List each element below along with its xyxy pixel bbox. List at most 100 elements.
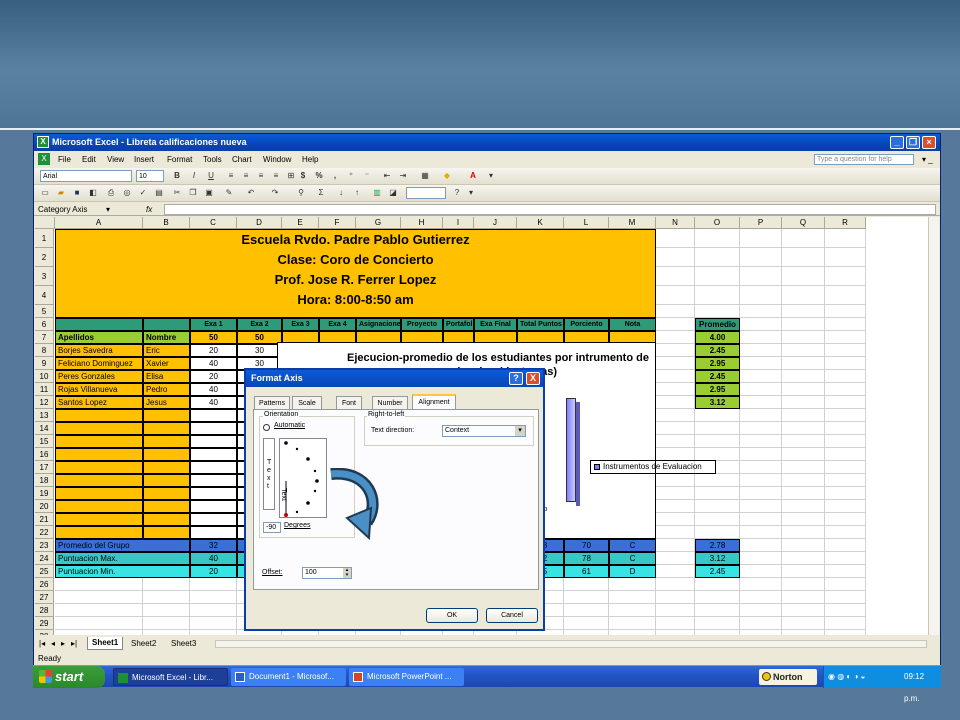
grid-cell[interactable] bbox=[656, 630, 695, 635]
grid-cell[interactable] bbox=[609, 617, 656, 630]
header-cell[interactable]: Exa Final bbox=[474, 318, 517, 331]
decrease-decimal-icon[interactable]: ⁻ bbox=[362, 171, 372, 181]
grid-cell[interactable] bbox=[740, 565, 782, 578]
grid-cell[interactable] bbox=[782, 448, 825, 461]
workbook-icon[interactable]: X bbox=[38, 153, 50, 165]
grid-cell[interactable] bbox=[782, 383, 825, 396]
data-cell[interactable] bbox=[190, 526, 237, 539]
grid-cell[interactable] bbox=[782, 474, 825, 487]
grid-cell[interactable] bbox=[740, 409, 782, 422]
student-name[interactable] bbox=[143, 422, 190, 435]
copy-icon[interactable]: ❐ bbox=[188, 188, 198, 198]
menu-format[interactable]: Format bbox=[167, 152, 192, 167]
save-icon[interactable]: ■ bbox=[72, 188, 82, 198]
grid-cell[interactable] bbox=[740, 461, 782, 474]
header-cell[interactable]: Nota bbox=[609, 318, 656, 331]
column-header[interactable]: H bbox=[401, 217, 443, 229]
currency-button[interactable]: $ bbox=[298, 171, 308, 181]
nombre-header[interactable]: Nombre bbox=[143, 331, 190, 344]
grid-cell[interactable] bbox=[825, 500, 866, 513]
norton-button[interactable]: Norton bbox=[759, 669, 817, 685]
justify-icon[interactable]: ≡ bbox=[271, 171, 281, 181]
menu-insert[interactable]: Insert bbox=[134, 152, 154, 167]
cancel-button[interactable]: Cancel bbox=[486, 608, 538, 623]
row-header[interactable]: 29 bbox=[35, 617, 54, 630]
grid-cell[interactable] bbox=[656, 526, 695, 539]
grid-cell[interactable] bbox=[656, 331, 695, 344]
grid-cell[interactable] bbox=[740, 370, 782, 383]
decrease-indent-icon[interactable]: ⇤ bbox=[382, 171, 392, 181]
cut-icon[interactable]: ✂ bbox=[172, 188, 182, 198]
grid-cell[interactable] bbox=[656, 383, 695, 396]
data-cell[interactable] bbox=[190, 435, 237, 448]
grid-cell[interactable] bbox=[740, 617, 782, 630]
grid-cell[interactable] bbox=[740, 267, 782, 286]
horizontal-scrollbar[interactable] bbox=[215, 640, 927, 648]
grid-cell[interactable] bbox=[782, 331, 825, 344]
data-cell[interactable]: 2.45 bbox=[695, 565, 740, 578]
data-cell[interactable]: 61 bbox=[564, 565, 609, 578]
data-cell[interactable]: 30 bbox=[237, 344, 282, 357]
grid-cell[interactable] bbox=[695, 229, 740, 248]
zoom-box[interactable] bbox=[406, 187, 446, 199]
row-header[interactable]: 10 bbox=[35, 370, 54, 383]
taskbar-word-button[interactable]: Document1 - Microsof... bbox=[231, 668, 346, 686]
grid-cell[interactable] bbox=[656, 474, 695, 487]
promedio-cell[interactable]: 2.45 bbox=[695, 344, 740, 357]
grid-cell[interactable] bbox=[825, 422, 866, 435]
chart-bar[interactable] bbox=[566, 398, 576, 502]
align-right-icon[interactable]: ≡ bbox=[256, 171, 266, 181]
student-surname[interactable]: Santos Lopez bbox=[55, 396, 143, 409]
grid-cell[interactable] bbox=[782, 248, 825, 267]
grid-cell[interactable] bbox=[55, 591, 143, 604]
data-cell[interactable]: 78 bbox=[564, 552, 609, 565]
row-header[interactable]: 9 bbox=[35, 357, 54, 370]
grid-cell[interactable] bbox=[782, 409, 825, 422]
chart-legend[interactable]: Instrumentos de Evaluacion bbox=[590, 460, 716, 474]
data-cell[interactable] bbox=[190, 461, 237, 474]
data-cell[interactable]: 20 bbox=[190, 344, 237, 357]
student-name[interactable] bbox=[143, 513, 190, 526]
student-surname[interactable]: Borjes Savedra bbox=[55, 344, 143, 357]
grid-cell[interactable] bbox=[656, 513, 695, 526]
column-header[interactable]: A bbox=[55, 217, 143, 229]
student-name[interactable] bbox=[143, 461, 190, 474]
grid-cell[interactable] bbox=[825, 578, 866, 591]
grid-cell[interactable] bbox=[740, 383, 782, 396]
grid-cell[interactable] bbox=[190, 578, 237, 591]
grid-cell[interactable] bbox=[609, 578, 656, 591]
student-surname[interactable] bbox=[55, 526, 143, 539]
grid-cell[interactable] bbox=[656, 318, 695, 331]
row-header[interactable]: 13 bbox=[35, 409, 54, 422]
grid-cell[interactable] bbox=[695, 435, 740, 448]
student-surname[interactable] bbox=[55, 422, 143, 435]
grid-cell[interactable] bbox=[656, 604, 695, 617]
start-button[interactable]: start bbox=[33, 666, 105, 688]
grid-cell[interactable] bbox=[825, 526, 866, 539]
student-name[interactable] bbox=[143, 474, 190, 487]
grid-cell[interactable] bbox=[695, 591, 740, 604]
data-cell[interactable]: C bbox=[609, 552, 656, 565]
column-header[interactable]: M bbox=[609, 217, 656, 229]
hyperlink-icon[interactable]: ⚲ bbox=[296, 188, 306, 198]
column-header[interactable]: K bbox=[517, 217, 564, 229]
column-header[interactable]: P bbox=[740, 217, 782, 229]
grid-cell[interactable] bbox=[190, 630, 237, 635]
menu-window[interactable]: Window bbox=[263, 152, 291, 167]
text-direction-select[interactable]: Context ▾ bbox=[442, 425, 526, 437]
promedio-cell[interactable]: 3.12 bbox=[695, 396, 740, 409]
grid-cell[interactable] bbox=[564, 630, 609, 635]
name-box[interactable]: Category Axis bbox=[38, 203, 87, 216]
taskbar-powerpoint-button[interactable]: Microsoft PowerPoint ... bbox=[349, 668, 464, 686]
student-surname[interactable] bbox=[55, 474, 143, 487]
grid-cell[interactable] bbox=[825, 630, 866, 635]
grid-cell[interactable] bbox=[740, 474, 782, 487]
header-cell[interactable]: Exa 1 bbox=[190, 318, 237, 331]
promedio-header[interactable]: Promedio bbox=[695, 318, 740, 331]
grid-cell[interactable] bbox=[782, 500, 825, 513]
help-icon[interactable]: ? bbox=[452, 188, 462, 198]
grid-cell[interactable] bbox=[695, 578, 740, 591]
row-header[interactable]: 21 bbox=[35, 513, 54, 526]
grid-cell[interactable] bbox=[825, 409, 866, 422]
chart-wizard-icon[interactable]: ▥ bbox=[372, 188, 382, 198]
